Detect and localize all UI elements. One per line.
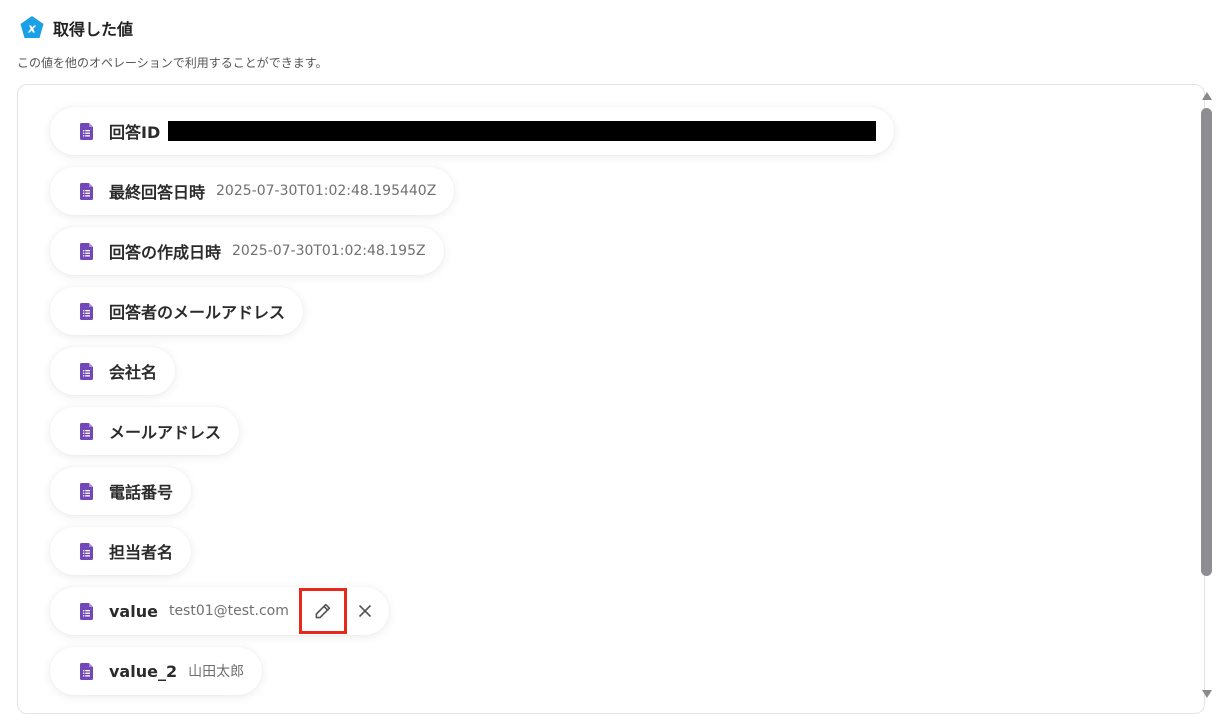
value-chip-phone[interactable]: 電話番号 [50, 467, 192, 515]
value-label: 会社名 [109, 363, 158, 382]
edit-button[interactable] [298, 588, 347, 634]
yoom-logo-icon: x [20, 16, 44, 38]
value-text: 山田太郎 [188, 664, 245, 680]
value-label: value [109, 601, 158, 621]
value-label: 電話番号 [109, 483, 174, 502]
value-text: test01@test.com [168, 603, 289, 619]
value-label: 回答の作成日時 [109, 243, 222, 262]
google-forms-doc-icon [80, 182, 93, 200]
google-forms-doc-icon [80, 302, 93, 320]
scrollbar-thumb[interactable] [1201, 108, 1212, 576]
google-forms-doc-icon [80, 662, 93, 680]
vertical-scrollbar[interactable] [1200, 92, 1214, 698]
value-text: 2025-07-30T01:02:48.195440Z [216, 183, 437, 199]
value-chip-last-answered[interactable]: 最終回答日時 2025-07-30T01:02:48.195440Z [50, 167, 455, 215]
pencil-icon [315, 603, 331, 619]
value-chip-company[interactable]: 会社名 [50, 347, 176, 395]
header: x 取得した値 [19, 15, 133, 41]
value-label: value_2 [109, 661, 178, 681]
close-icon [358, 604, 371, 618]
chip-actions [298, 588, 377, 634]
value-text: 2025-07-30T01:02:48.195Z [232, 243, 426, 259]
page-title: 取得した値 [53, 20, 134, 39]
value-label: 担当者名 [109, 543, 174, 562]
scroll-down-arrow-icon[interactable] [1202, 690, 1212, 698]
values-list: 回答ID 最終回答日時 2025-07-30T01:02:48.195440Z … [50, 107, 895, 707]
google-forms-doc-icon [80, 602, 93, 620]
value-label: 回答ID [109, 123, 161, 142]
google-forms-doc-icon [80, 482, 93, 500]
value-label: メールアドレス [109, 423, 222, 442]
value-chip-email[interactable]: メールアドレス [50, 407, 240, 455]
google-forms-doc-icon [80, 422, 93, 440]
value-chip-value[interactable]: value test01@test.com [50, 587, 389, 635]
values-panel: 回答ID 最終回答日時 2025-07-30T01:02:48.195440Z … [17, 84, 1205, 714]
redacted-value [168, 121, 877, 141]
value-chip-contact-name[interactable]: 担当者名 [50, 527, 192, 575]
value-chip-created-at[interactable]: 回答の作成日時 2025-07-30T01:02:48.195Z [50, 227, 444, 275]
google-forms-doc-icon [80, 542, 93, 560]
value-chip-value-2[interactable]: value_2 山田太郎 [50, 647, 263, 695]
value-chip-answer-id[interactable]: 回答ID [50, 107, 895, 155]
value-label: 最終回答日時 [109, 183, 206, 202]
remove-button[interactable] [353, 599, 377, 623]
google-forms-doc-icon [80, 242, 93, 260]
svg-text:x: x [27, 22, 37, 36]
page-subtitle: この値を他のオペレーションで利用することができます。 [17, 56, 328, 70]
value-chip-respondent-email[interactable]: 回答者のメールアドレス [50, 287, 304, 335]
google-forms-doc-icon [80, 362, 93, 380]
google-forms-doc-icon [80, 122, 93, 140]
value-label: 回答者のメールアドレス [109, 303, 286, 322]
scroll-up-arrow-icon[interactable] [1202, 92, 1212, 100]
